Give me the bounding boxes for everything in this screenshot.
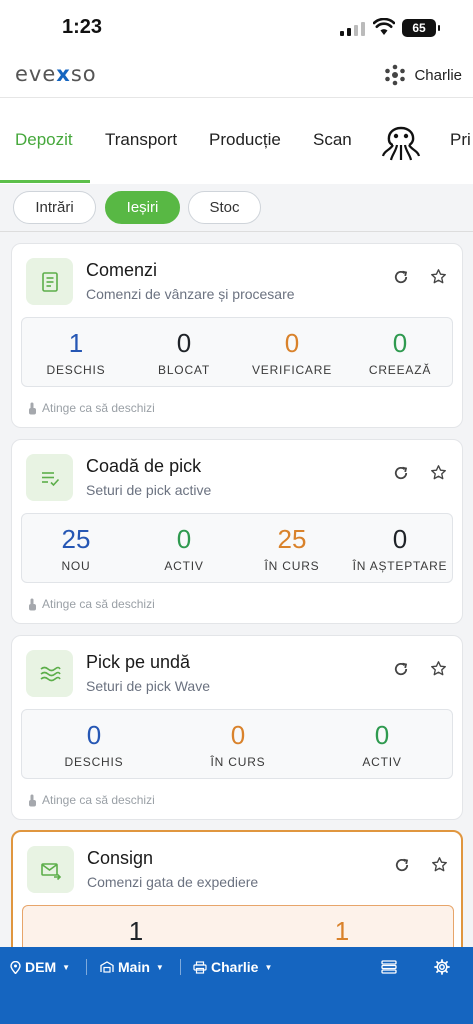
stat-in-curs: 25 ÎN CURS bbox=[264, 524, 320, 573]
user-menu[interactable]: Charlie bbox=[384, 64, 462, 86]
printer-selector[interactable]: Charlie ▼ bbox=[193, 959, 272, 975]
tab-partial[interactable]: Pri bbox=[450, 130, 471, 150]
divider bbox=[86, 959, 87, 975]
card-subtitle: Seturi de pick Wave bbox=[86, 678, 210, 694]
wave-icon bbox=[26, 650, 73, 697]
stat-deschis: 0 DESCHIS bbox=[64, 720, 124, 769]
bottom-bar: DEM ▼ Main ▼ Charlie ▼ bbox=[0, 947, 473, 1024]
stat-activ: 0 ACTIV bbox=[362, 720, 402, 769]
stat-verificare: 0 VERIFICARE bbox=[251, 328, 332, 377]
app-header: evexso Charlie bbox=[0, 56, 473, 98]
card-comenzi[interactable]: Comenzi Comenzi de vânzare și procesare … bbox=[11, 243, 463, 428]
tab-scan[interactable]: Scan bbox=[313, 130, 352, 150]
card-subtitle: Comenzi gata de expediere bbox=[87, 874, 259, 890]
stat-deschis: 1 DESCHIS bbox=[46, 328, 106, 377]
star-icon[interactable] bbox=[430, 268, 447, 285]
chevron-down-icon: ▼ bbox=[264, 962, 273, 972]
stat-blocat: 0 BLOCAT bbox=[158, 328, 210, 377]
tab-transport[interactable]: Transport bbox=[105, 130, 177, 150]
chevron-down-icon: ▼ bbox=[155, 962, 164, 972]
chevron-down-icon: ▼ bbox=[62, 962, 71, 972]
status-bar: 1:23 65 bbox=[0, 0, 473, 56]
tap-hint: Atinge ca să deschizi bbox=[28, 401, 155, 415]
star-icon[interactable] bbox=[431, 856, 448, 873]
card-title: Consign bbox=[87, 848, 154, 868]
warehouse-icon bbox=[100, 961, 114, 973]
gear-icon[interactable] bbox=[434, 959, 450, 975]
subtab-stoc[interactable]: Stoc bbox=[188, 191, 261, 224]
stat-in-curs: 0 ÎN CURS bbox=[210, 720, 266, 769]
main-nav: Depozit Transport Producție Scan Pri bbox=[0, 98, 473, 184]
tap-hint: Atinge ca să deschizi bbox=[28, 597, 155, 611]
refresh-icon[interactable] bbox=[394, 857, 410, 873]
user-network-icon bbox=[385, 64, 406, 86]
card-title: Comenzi bbox=[86, 260, 158, 280]
printer-icon bbox=[193, 960, 207, 974]
active-tab-indicator bbox=[0, 180, 90, 183]
subtab-intrari[interactable]: Intrări bbox=[13, 191, 96, 224]
card-coada-pick[interactable]: Coadă de pick Seturi de pick active 25 NO… bbox=[11, 439, 463, 624]
tap-hint: Atinge ca să deschizi bbox=[28, 793, 155, 807]
cellular-signal-icon bbox=[340, 22, 365, 36]
refresh-icon[interactable] bbox=[393, 465, 409, 481]
card-title: Pick pe undă bbox=[86, 652, 191, 672]
octopus-icon[interactable] bbox=[381, 120, 421, 162]
stat-in-asteptare: 0 ÎN AȘTEPTARE bbox=[352, 524, 448, 573]
tap-hand-icon bbox=[29, 598, 36, 610]
card-title: Coadă de pick bbox=[86, 456, 202, 476]
card-pick-pe-unda[interactable]: Pick pe undă Seturi de pick Wave 0 DESCHI… bbox=[11, 635, 463, 820]
mail-send-icon bbox=[27, 846, 74, 893]
divider bbox=[180, 959, 181, 975]
battery-icon: 65 bbox=[402, 19, 440, 37]
subtab-iesiri[interactable]: Ieșiri bbox=[105, 191, 180, 224]
stat-activ: 0 ACTIV bbox=[164, 524, 204, 573]
stats-panel: 0 DESCHIS 0 ÎN CURS 0 ACTIV bbox=[21, 709, 453, 779]
map-pin-icon bbox=[10, 960, 21, 974]
user-name: Charlie bbox=[414, 66, 462, 84]
card-subtitle: Comenzi de vânzare și procesare bbox=[86, 286, 295, 302]
site-selector[interactable]: Main ▼ bbox=[100, 959, 164, 975]
sub-tabs: Intrări Ieșiri Stoc bbox=[0, 184, 473, 232]
refresh-icon[interactable] bbox=[393, 269, 409, 285]
tab-depozit[interactable]: Depozit bbox=[15, 130, 73, 150]
list-check-icon bbox=[26, 454, 73, 501]
app-logo[interactable]: evexso bbox=[15, 62, 97, 86]
refresh-icon[interactable] bbox=[393, 661, 409, 677]
stat-nou: 25 NOU bbox=[61, 524, 91, 573]
stack-layers-icon[interactable] bbox=[381, 960, 397, 974]
star-icon[interactable] bbox=[430, 464, 447, 481]
tap-hand-icon bbox=[29, 794, 36, 806]
wifi-icon bbox=[373, 18, 395, 35]
tap-hand-icon bbox=[29, 402, 36, 414]
stat-creeaza: 0 CREEAZĂ bbox=[368, 328, 432, 377]
location-selector[interactable]: DEM ▼ bbox=[10, 959, 70, 975]
card-subtitle: Seturi de pick active bbox=[86, 482, 212, 498]
tab-productie[interactable]: Producție bbox=[209, 130, 281, 150]
star-icon[interactable] bbox=[430, 660, 447, 677]
receipt-icon bbox=[26, 258, 73, 305]
status-time: 1:23 bbox=[62, 16, 103, 38]
stats-panel: 25 NOU 0 ACTIV 25 ÎN CURS 0 ÎN AȘTEPTARE bbox=[21, 513, 453, 583]
stats-panel: 1 DESCHIS 0 BLOCAT 0 VERIFICARE 0 CREEAZĂ bbox=[21, 317, 453, 387]
